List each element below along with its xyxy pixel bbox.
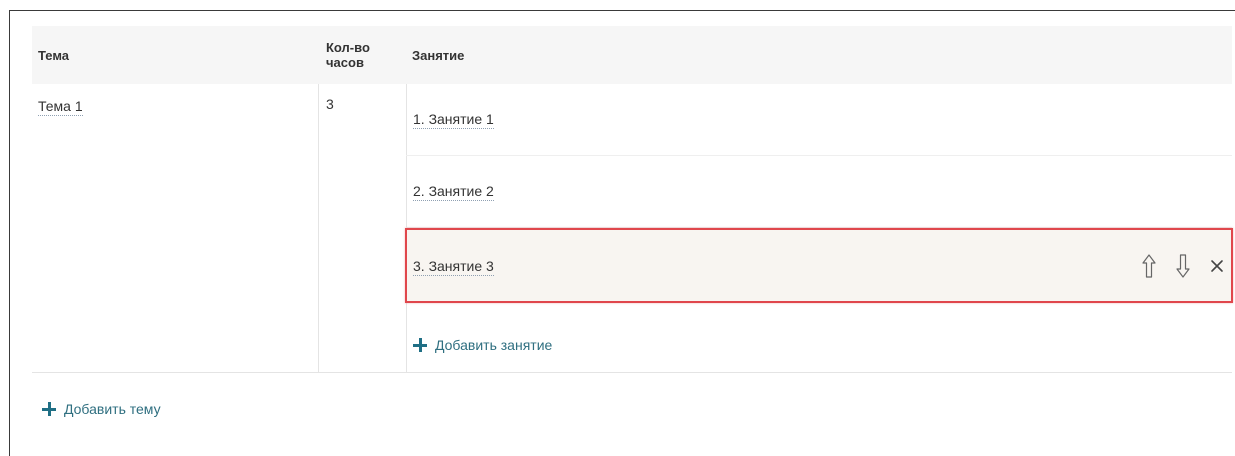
close-icon[interactable]: [1207, 253, 1227, 279]
lesson-row[interactable]: 2. Занятие 2: [406, 156, 1232, 228]
header-hours: Кол-во часов: [326, 40, 370, 70]
topic-hours-value[interactable]: 3: [326, 96, 334, 112]
lesson-row[interactable]: 1. Занятие 1: [406, 84, 1232, 156]
lesson-name-field[interactable]: 2. Занятие 2: [413, 183, 494, 201]
lesson-name-field[interactable]: 3. Занятие 3: [413, 258, 494, 276]
add-lesson-button[interactable]: Добавить занятие: [413, 337, 552, 353]
header-topic: Тема: [38, 48, 70, 63]
topics-table: Тема Кол-во часов Занятие Тема 1 3 1. За…: [32, 26, 1233, 373]
add-lesson-label: Добавить занятие: [435, 337, 553, 353]
arrow-down-icon[interactable]: [1173, 253, 1193, 279]
lesson-name-field[interactable]: 1. Занятие 1: [413, 111, 494, 129]
table-header: Тема Кол-во часов Занятие: [32, 26, 1232, 84]
app-frame: Тема Кол-во часов Занятие Тема 1 3 1. За…: [9, 10, 1235, 456]
lesson-row-highlighted[interactable]: 3. Занятие 3: [405, 228, 1233, 303]
plus-icon: [413, 338, 427, 352]
add-topic-button[interactable]: Добавить тему: [42, 401, 161, 417]
add-topic-label: Добавить тему: [64, 401, 161, 417]
lesson-row-actions: [1139, 252, 1227, 280]
topic-name-field[interactable]: Тема 1: [38, 98, 83, 116]
arrow-up-icon[interactable]: [1139, 253, 1159, 279]
header-lesson: Занятие: [412, 48, 465, 63]
table-bottom-divider: [32, 372, 1232, 373]
column-divider: [318, 84, 319, 373]
plus-icon: [42, 402, 56, 416]
